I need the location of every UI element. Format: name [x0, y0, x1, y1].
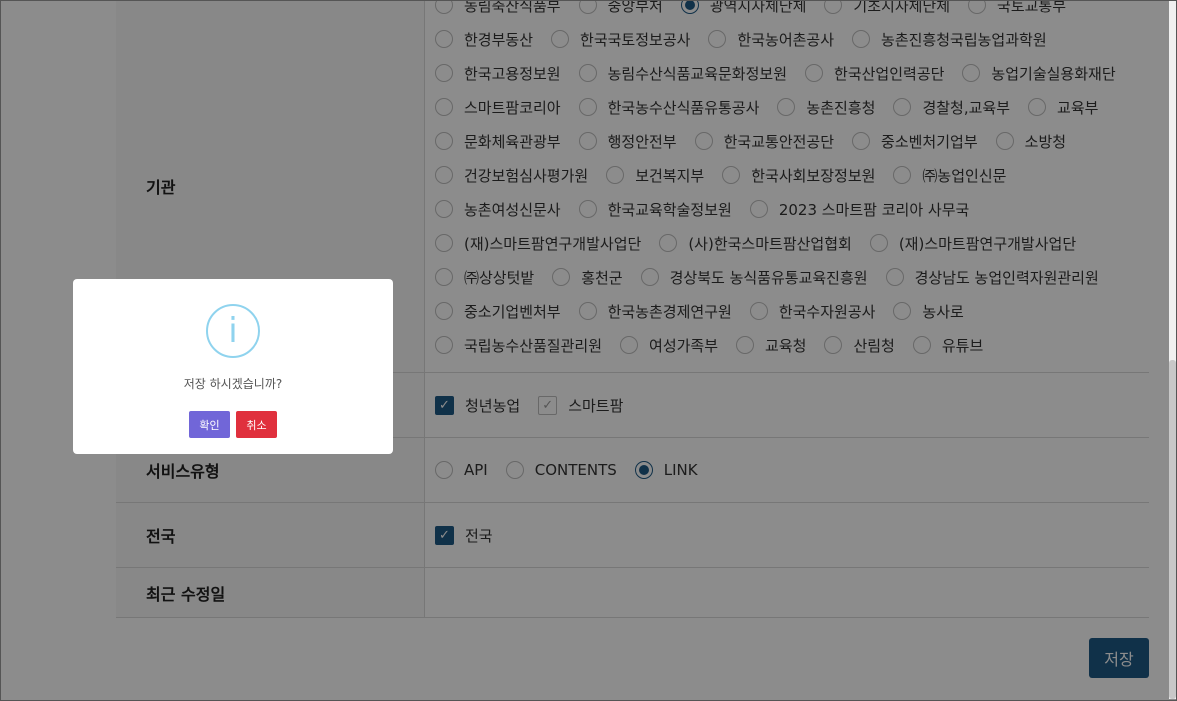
window-frame — [0, 0, 1177, 701]
